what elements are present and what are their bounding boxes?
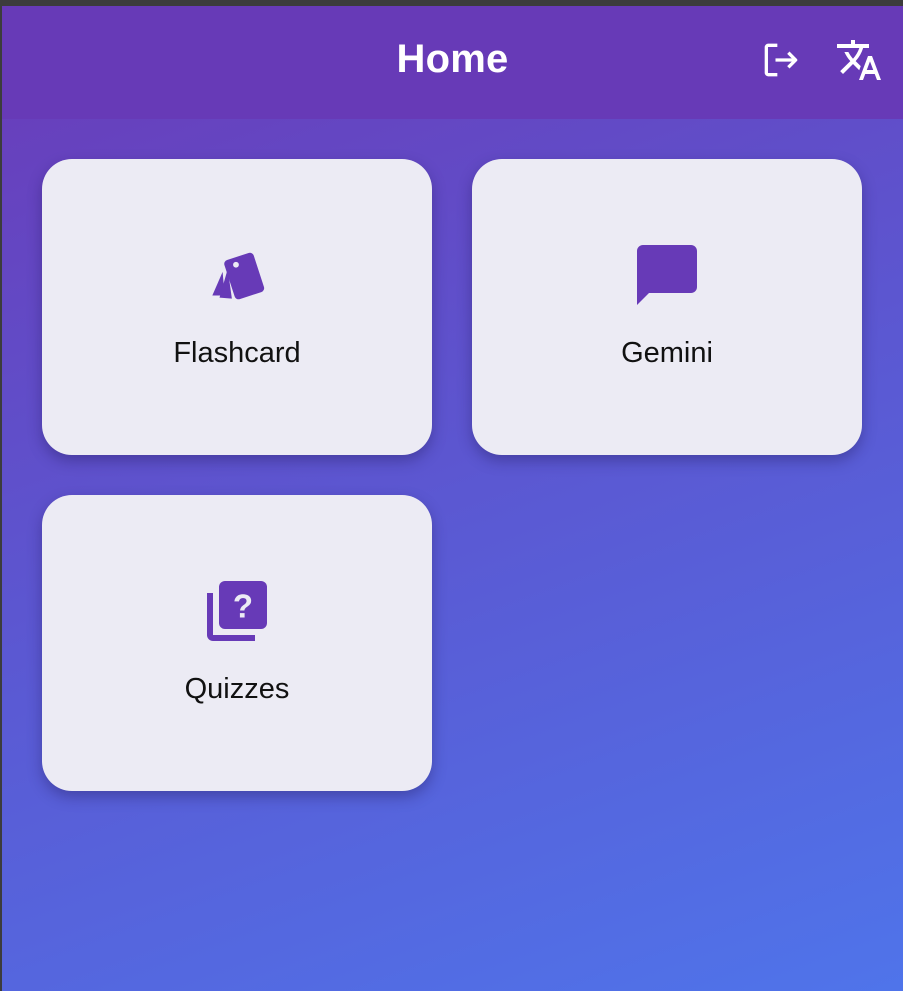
translate-icon <box>835 36 883 89</box>
app-window: Home Flashcard Gemini ? Quizzes <box>2 6 903 991</box>
logout-icon <box>759 38 803 87</box>
svg-text:?: ? <box>233 588 253 625</box>
translate-button[interactable] <box>833 36 885 88</box>
flashcard-card[interactable]: Flashcard <box>42 159 432 455</box>
quizzes-card[interactable]: ? Quizzes <box>42 495 432 791</box>
gemini-card[interactable]: Gemini <box>472 159 862 455</box>
quiz-icon: ? <box>42 575 432 647</box>
quizzes-label: Quizzes <box>184 673 290 705</box>
logout-button[interactable] <box>755 36 807 88</box>
flashcard-label: Flashcard <box>173 337 301 369</box>
chat-bubble-icon <box>472 239 862 311</box>
flashcard-icon <box>42 239 432 311</box>
app-bar: Home <box>2 6 903 119</box>
gemini-label: Gemini <box>621 337 713 369</box>
